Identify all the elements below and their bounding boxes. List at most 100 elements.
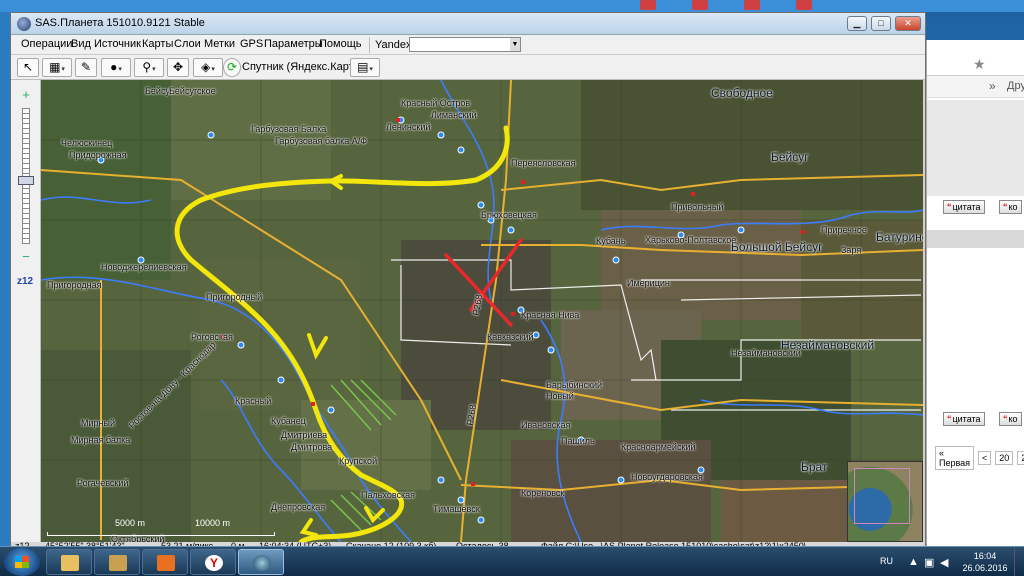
menu-source[interactable]: Источник bbox=[94, 38, 141, 50]
desktop-icon[interactable] bbox=[692, 0, 708, 10]
map-label: Барыбинский bbox=[546, 380, 603, 390]
desktop-icon[interactable] bbox=[640, 0, 656, 10]
menu-gps[interactable]: GPS bbox=[240, 38, 263, 50]
browser-separator-band bbox=[927, 230, 1024, 248]
map-label: Привольный bbox=[671, 202, 724, 212]
taskbar: Y RU ▲ ▣ ◀ 16:04 26.06.2016 bbox=[0, 546, 1024, 576]
map-label: Мирный bbox=[81, 418, 115, 428]
title-bar[interactable]: SAS.Планета 151010.9121 Stable ▁ □ ✕ bbox=[11, 13, 925, 35]
scale-label-right: 10000 m bbox=[195, 518, 231, 528]
sas-planet-window: SAS.Планета 151010.9121 Stable ▁ □ ✕ Опе… bbox=[10, 12, 926, 550]
menu-view[interactable]: Вид bbox=[71, 38, 91, 50]
minimap-viewport-frame[interactable] bbox=[854, 468, 910, 524]
map-label: Гарбузовая Балка bbox=[251, 124, 327, 134]
quote-button-4[interactable]: “ко bbox=[999, 412, 1022, 426]
map-label: Пригородный bbox=[206, 292, 263, 302]
search-input[interactable]: ▼ bbox=[409, 37, 521, 52]
map-source-label[interactable]: Спутник (Яндекс.Карты) bbox=[242, 61, 365, 73]
maximize-button[interactable]: □ bbox=[871, 16, 891, 31]
menu-marks[interactable]: Метки bbox=[204, 38, 235, 50]
page-first-link[interactable]: « Первая bbox=[935, 446, 975, 470]
taskbar-app-media-player[interactable] bbox=[142, 549, 188, 575]
start-button[interactable] bbox=[4, 548, 40, 576]
clock[interactable]: 16:04 26.06.2016 bbox=[960, 550, 1010, 574]
map-label: Новоугдаровская bbox=[631, 472, 703, 482]
quote-button-2[interactable]: “ко bbox=[999, 200, 1022, 214]
sas-planet-icon bbox=[253, 555, 271, 571]
clock-date: 26.06.2016 bbox=[962, 563, 1008, 573]
page-link-2[interactable]: 2 bbox=[1017, 451, 1024, 465]
map-label: Свободное bbox=[711, 86, 773, 100]
windows-logo-icon bbox=[15, 556, 29, 568]
minimize-button[interactable]: ▁ bbox=[847, 16, 867, 31]
map-label: Красный bbox=[235, 396, 272, 406]
browser-bookmarks-bar: » Дру bbox=[927, 76, 1024, 98]
cursor-tool-button[interactable]: ↖ bbox=[17, 58, 39, 77]
taskbar-app-yandex-browser[interactable]: Y bbox=[190, 549, 236, 575]
map-label: Мирная балка bbox=[71, 435, 131, 445]
map-type-button[interactable]: ▤▾ bbox=[350, 58, 380, 77]
taskbar-app-tool[interactable] bbox=[94, 549, 140, 575]
map-label: Тимашёвск bbox=[433, 504, 480, 514]
menu-operations[interactable]: Операции bbox=[21, 38, 72, 50]
map-label: Красноармейский bbox=[621, 442, 696, 452]
map-label: Брюховецкая bbox=[481, 210, 537, 220]
zoom-slider-thumb[interactable] bbox=[18, 176, 34, 185]
map-view[interactable]: Свободное Бейсуг Большой Бейсуг Незайман… bbox=[41, 80, 923, 542]
quote-button-3[interactable]: “цитата bbox=[943, 412, 985, 426]
zoom-in-icon[interactable]: + bbox=[17, 86, 35, 104]
page-prev-link[interactable]: < bbox=[978, 451, 992, 465]
layers-tool-button[interactable]: ▦▾ bbox=[42, 58, 72, 77]
map-label: Незаймановский bbox=[731, 348, 801, 358]
map-label: Пригородная bbox=[47, 280, 102, 290]
map-label: Красный Остров bbox=[401, 98, 471, 108]
zoom-out-icon[interactable]: − bbox=[17, 248, 35, 266]
desktop-left-strip bbox=[0, 12, 10, 546]
globe-tool-button[interactable]: ●▾ bbox=[101, 58, 131, 77]
map-label: Пашиль bbox=[561, 436, 595, 446]
zoom-level-label: z12 bbox=[17, 276, 34, 287]
close-button[interactable]: ✕ bbox=[895, 16, 921, 31]
search-dropdown-arrow-icon[interactable]: ▼ bbox=[510, 38, 520, 51]
main-toolbar: ↖ ▦▾ ✎ ●▾ ⚲▾ ✥ ◈▾ ⟳ Спутник (Яндекс.Карт… bbox=[11, 55, 925, 80]
bookmark-star-icon[interactable]: ★ bbox=[973, 56, 986, 73]
map-label: Дмитрова bbox=[291, 442, 333, 452]
desktop-icon[interactable] bbox=[796, 0, 812, 10]
quote-button[interactable]: “цитата bbox=[943, 200, 985, 214]
overflow-chevron-icon[interactable]: » bbox=[989, 79, 996, 93]
menu-help[interactable]: Помощь bbox=[319, 38, 362, 50]
show-desktop-button[interactable] bbox=[1014, 547, 1024, 576]
menu-parameters[interactable]: Параметры bbox=[264, 38, 323, 50]
bookmark-item[interactable]: Дру bbox=[1007, 80, 1024, 92]
map-label: Кавказский bbox=[487, 332, 534, 342]
window-title: SAS.Планета 151010.9121 Stable bbox=[35, 17, 205, 29]
taskbar-app-explorer[interactable] bbox=[46, 549, 92, 575]
overview-minimap[interactable] bbox=[847, 461, 923, 542]
ruler-tool-button[interactable]: ✎ bbox=[75, 58, 97, 77]
map-label: Кубанец bbox=[271, 416, 306, 426]
folder-icon bbox=[61, 555, 79, 571]
volume-icon[interactable]: ◀ bbox=[940, 556, 948, 569]
menu-maps[interactable]: Карты bbox=[142, 38, 173, 50]
map-label: Кореновск bbox=[521, 488, 565, 498]
page-link-20[interactable]: 20 bbox=[995, 451, 1014, 465]
map-label: Гарбузовая балка А/Ф bbox=[275, 136, 368, 146]
desktop-top-strip bbox=[0, 0, 1024, 12]
map-label: Приречное bbox=[821, 225, 867, 235]
map-label: Новоджерелиевская bbox=[101, 262, 187, 272]
map-label: Пальховская bbox=[361, 490, 416, 500]
map-label: Дмитриева bbox=[281, 430, 328, 440]
map-label: Челюскинец bbox=[61, 138, 113, 148]
satellite-source-button[interactable]: ◈▾ bbox=[193, 58, 223, 77]
background-browser-window: ★ » Дру “цитата “ко “цитата “ко « Первая… bbox=[926, 40, 1024, 546]
zoom-tool-button[interactable]: ⚲▾ bbox=[134, 58, 164, 77]
fullscreen-button[interactable]: ✥ bbox=[167, 58, 189, 77]
menu-layers[interactable]: Слои bbox=[174, 38, 201, 50]
desktop-icon[interactable] bbox=[744, 0, 760, 10]
tray-expand-icon[interactable]: ▲ bbox=[908, 556, 919, 568]
network-icon[interactable]: ▣ bbox=[924, 556, 934, 569]
taskbar-app-sas-planet[interactable] bbox=[238, 549, 284, 575]
app-globe-icon bbox=[17, 17, 31, 31]
refresh-icon[interactable]: ⟳ bbox=[223, 58, 241, 77]
language-indicator[interactable]: RU bbox=[880, 556, 893, 566]
